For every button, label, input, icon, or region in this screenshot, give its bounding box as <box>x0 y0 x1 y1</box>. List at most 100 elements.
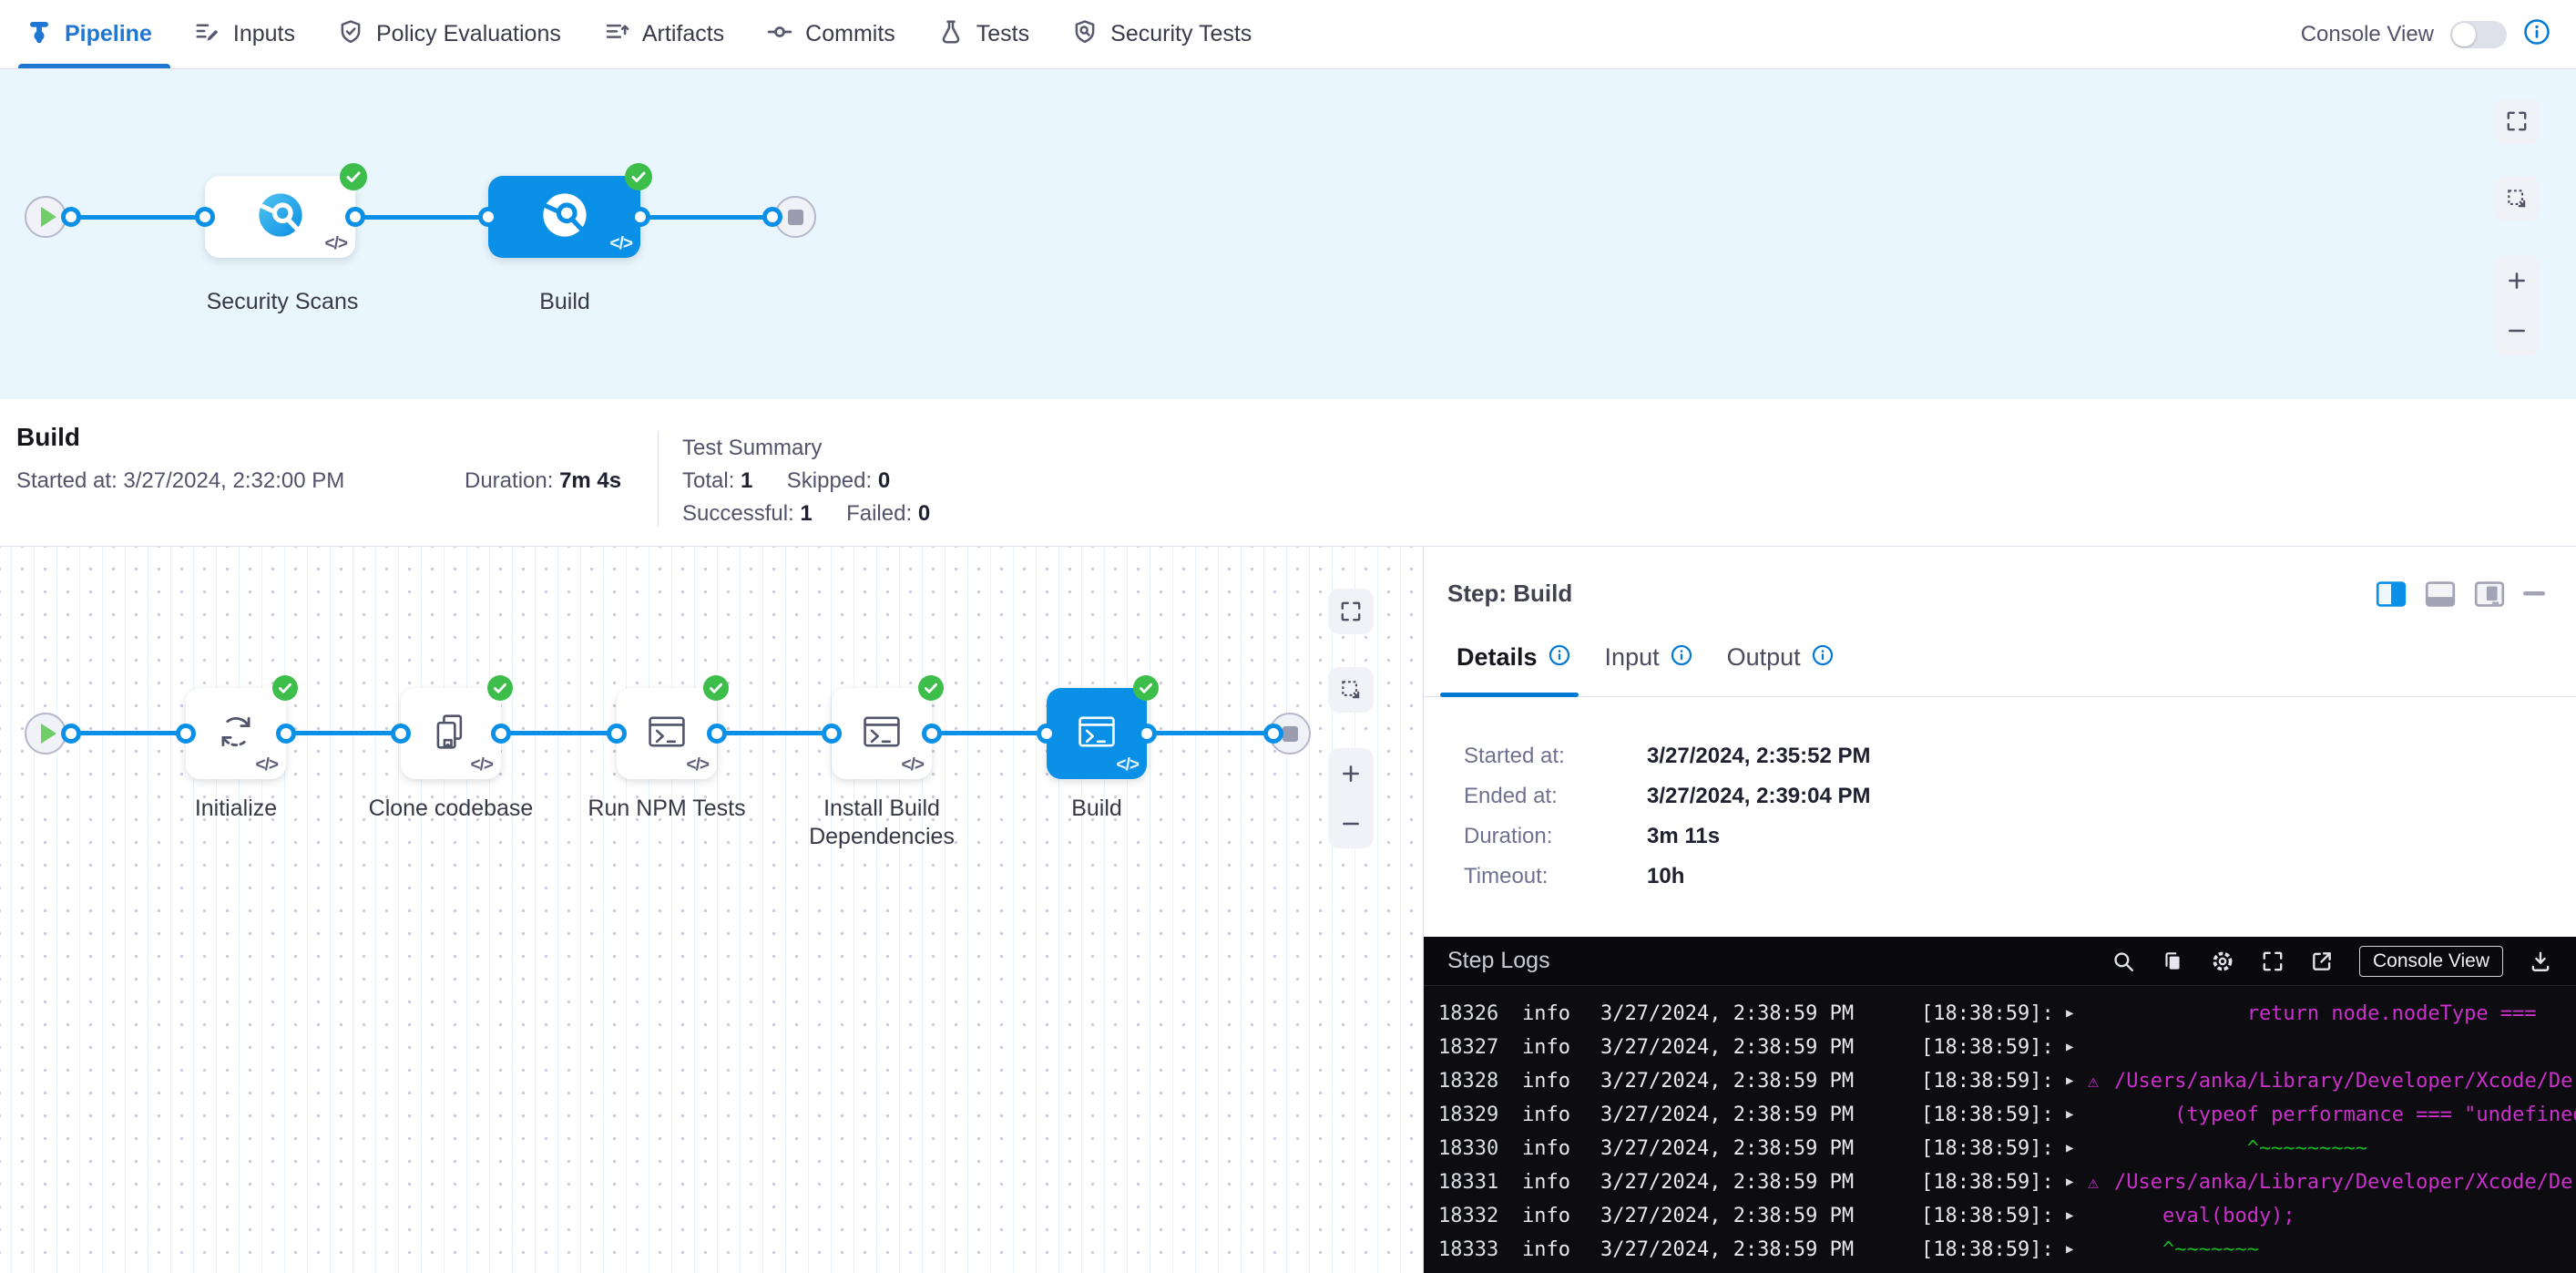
step-label: Build <box>997 795 1197 823</box>
log-timestamp: 3/27/2024, 2:38:59 PM <box>1600 1098 1854 1132</box>
log-message: /Users/anka/Library/Developer/Xcode/De <box>2114 1165 2572 1199</box>
console-view-toggle[interactable] <box>2450 21 2507 48</box>
log-message: ^~~~~~~~~~ <box>2114 1132 2367 1165</box>
log-expand-icon[interactable]: ▶ <box>2066 1233 2073 1267</box>
stop-icon <box>788 210 803 225</box>
port <box>491 724 511 744</box>
tab-commits[interactable]: Commits <box>766 0 895 68</box>
marquee-select-button[interactable] <box>2494 176 2540 221</box>
fullscreen-icon[interactable] <box>2261 950 2285 973</box>
step-panel-tabs: Details Input Output <box>1457 643 1834 672</box>
tab-inputs[interactable]: Inputs <box>194 0 295 68</box>
log-timestamp: 3/27/2024, 2:38:59 PM <box>1600 997 1854 1031</box>
test-summary-title: Test Summary <box>682 436 930 461</box>
minimize-panel-icon[interactable] <box>2523 591 2545 597</box>
log-time: [18:38:59]: <box>1921 1098 2054 1132</box>
tab-pipeline[interactable]: Pipeline <box>26 0 152 68</box>
test-summary-line: Total: 1 Skipped: 0 <box>682 468 930 494</box>
log-expand-icon[interactable]: ▶ <box>2066 1098 2073 1132</box>
stage-node-build[interactable]: </> <box>488 176 640 258</box>
log-timestamp: 3/27/2024, 2:38:59 PM <box>1600 1132 1854 1165</box>
expand-canvas-button[interactable] <box>2494 98 2540 144</box>
top-nav: Pipeline Inputs Policy Evaluations Artif… <box>0 0 2576 69</box>
open-in-new-icon[interactable] <box>2310 950 2334 973</box>
expand-canvas-button[interactable] <box>1328 589 1374 634</box>
gear-icon[interactable] <box>2210 949 2235 974</box>
tab-policy-evaluations-label: Policy Evaluations <box>376 21 561 47</box>
stage-node-security-scans[interactable]: </> <box>205 176 355 258</box>
tab-output[interactable]: Output <box>1727 643 1834 672</box>
shield-search-icon <box>1071 18 1099 50</box>
security-scan-icon <box>540 190 589 244</box>
field-started-at: Started at:3/27/2024, 2:35:52 PM <box>1464 744 1871 769</box>
step-label: Initialize <box>136 795 336 823</box>
success-badge <box>918 675 944 705</box>
log-expand-icon[interactable]: ▶ <box>2066 1031 2073 1064</box>
step-node-run-npm-tests[interactable]: </> <box>617 688 717 779</box>
play-icon <box>41 724 56 744</box>
step-node-build[interactable]: </> <box>1047 688 1147 779</box>
step-node-install-build-dependencies[interactable]: </> <box>832 688 932 779</box>
started-value: 3/27/2024, 2:32:00 PM <box>123 468 344 493</box>
code-icon: </> <box>902 755 924 775</box>
layout-floating-panel-icon[interactable] <box>2474 581 2505 607</box>
step-label: Run NPM Tests <box>567 795 767 823</box>
log-line-number: 18328 <box>1438 1064 1498 1098</box>
tab-tests-label: Tests <box>976 21 1029 47</box>
log-row: 18329 info 3/27/2024, 2:38:59 PM [18:38:… <box>1424 1098 2576 1132</box>
search-icon[interactable] <box>2111 950 2135 973</box>
tab-input[interactable]: Input <box>1605 643 1692 672</box>
log-row: 18328 info 3/27/2024, 2:38:59 PM [18:38:… <box>1424 1064 2576 1098</box>
step-details-panel: Step: Build Details Input <box>1423 547 2576 1273</box>
tab-artifacts-label: Artifacts <box>642 21 724 47</box>
log-level: info <box>1522 1031 1570 1064</box>
log-expand-icon[interactable]: ▶ <box>2066 1165 2073 1199</box>
toggle-knob <box>2452 23 2476 46</box>
step-node-clone-codebase[interactable]: </> <box>401 688 501 779</box>
step-node-initialize[interactable]: </> <box>186 688 286 779</box>
zoom-out-button[interactable] <box>2494 305 2540 355</box>
layout-bottom-panel-icon[interactable] <box>2425 581 2456 607</box>
log-expand-icon[interactable]: ▶ <box>2066 1064 2073 1098</box>
tab-pipeline-label: Pipeline <box>65 21 152 47</box>
policy-check-icon <box>337 18 364 50</box>
tab-policy-evaluations[interactable]: Policy Evaluations <box>337 0 561 68</box>
tab-details[interactable]: Details <box>1457 643 1570 672</box>
copy-icon[interactable] <box>2161 950 2184 973</box>
zoom-in-button[interactable] <box>2494 255 2540 305</box>
tab-details-label: Details <box>1457 643 1538 672</box>
log-line-number: 18326 <box>1438 997 1498 1031</box>
info-icon[interactable] <box>1671 644 1692 671</box>
tab-tests[interactable]: Tests <box>937 0 1029 68</box>
log-timestamp: 3/27/2024, 2:38:59 PM <box>1600 1064 1854 1098</box>
tab-inputs-label: Inputs <box>233 21 295 47</box>
stop-icon <box>1283 726 1298 742</box>
pipeline-execution-page: Pipeline Inputs Policy Evaluations Artif… <box>0 0 2576 1273</box>
log-expand-icon[interactable]: ▶ <box>2066 1199 2073 1233</box>
port <box>922 724 942 744</box>
tab-artifacts[interactable]: Artifacts <box>603 0 724 68</box>
marquee-select-button[interactable] <box>1328 667 1374 713</box>
log-level: info <box>1522 1098 1570 1132</box>
port <box>822 724 842 744</box>
log-row: 18326 info 3/27/2024, 2:38:59 PM [18:38:… <box>1424 997 2576 1031</box>
console-view-button[interactable]: Console View <box>2359 946 2503 977</box>
zoom-controls <box>1328 748 1374 848</box>
inputs-icon <box>194 18 221 50</box>
step-graph-canvas: </> </> </> <box>0 547 1423 1273</box>
log-time: [18:38:59]: <box>1921 997 2054 1031</box>
layout-right-panel-icon[interactable] <box>2376 581 2407 607</box>
zoom-in-button[interactable] <box>1328 748 1374 798</box>
info-icon[interactable] <box>1812 644 1834 671</box>
zoom-out-button[interactable] <box>1328 798 1374 848</box>
info-icon[interactable] <box>2523 18 2550 50</box>
code-icon: </> <box>610 234 632 254</box>
tab-security-tests[interactable]: Security Tests <box>1071 0 1252 68</box>
log-expand-icon[interactable]: ▶ <box>2066 1132 2073 1165</box>
log-expand-icon[interactable]: ▶ <box>2066 997 2073 1031</box>
info-icon[interactable] <box>1549 644 1570 671</box>
field-label: Duration: <box>1464 824 1647 849</box>
log-timestamp: 3/27/2024, 2:38:59 PM <box>1600 1031 1854 1064</box>
tab-input-label: Input <box>1605 643 1660 672</box>
download-icon[interactable] <box>2529 950 2552 973</box>
